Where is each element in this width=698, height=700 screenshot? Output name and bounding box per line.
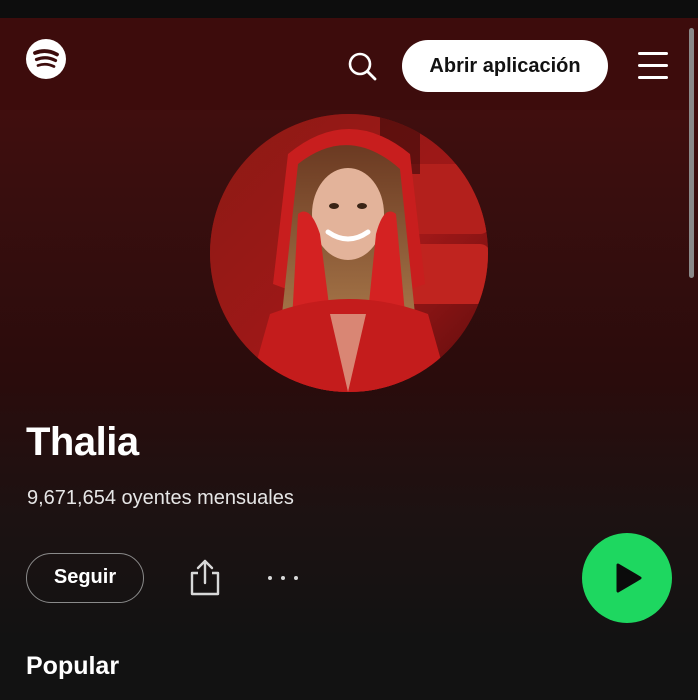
popular-section-title: Popular: [26, 652, 120, 680]
search-icon[interactable]: [344, 48, 380, 84]
artist-name: Thalia: [26, 420, 139, 464]
status-strip: [0, 0, 698, 18]
hamburger-menu-icon[interactable]: [634, 50, 672, 82]
more-options-icon[interactable]: [264, 566, 304, 590]
spotify-logo-icon[interactable]: [26, 39, 66, 79]
artist-photo: [210, 114, 488, 392]
artist-page: Abrir aplicación Thalia 9,671,654 oyente…: [0, 0, 698, 700]
top-navigation-bar: Abrir aplicación: [0, 18, 698, 110]
open-app-button[interactable]: Abrir aplicación: [402, 40, 608, 92]
monthly-listeners: 9,671,654 oyentes mensuales: [27, 487, 294, 509]
play-icon: [616, 563, 642, 593]
play-button[interactable]: [582, 533, 672, 623]
share-icon[interactable]: [186, 557, 224, 597]
follow-button[interactable]: Seguir: [26, 553, 144, 603]
scrollbar[interactable]: [689, 28, 694, 278]
